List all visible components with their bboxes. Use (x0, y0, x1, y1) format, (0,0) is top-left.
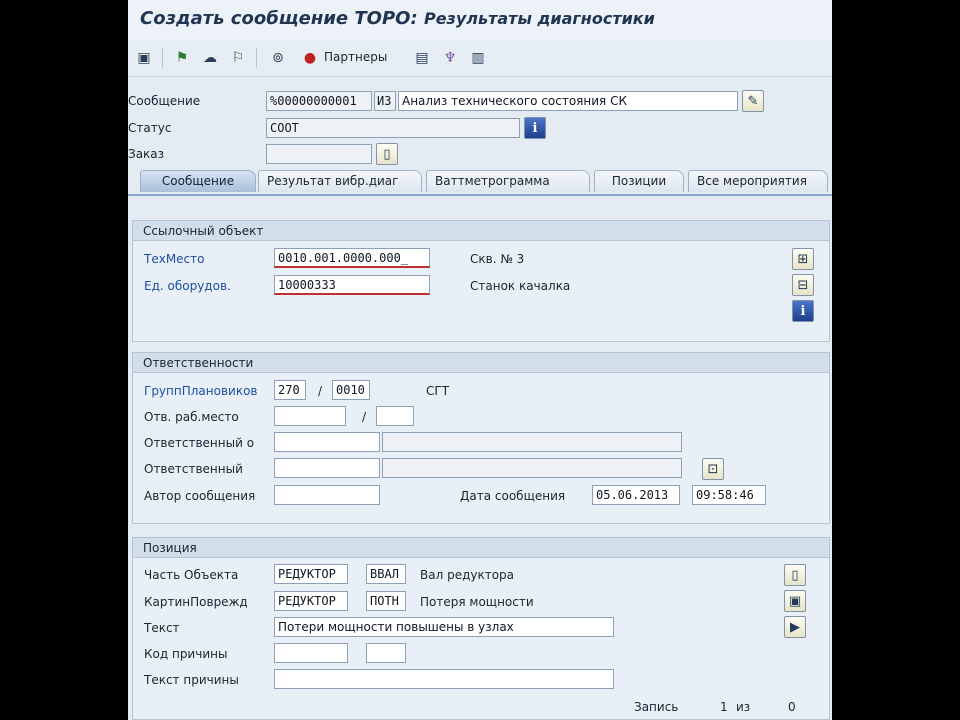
structure-icon[interactable]: ⊞ (792, 248, 814, 270)
group-title: Ответственности (133, 353, 829, 373)
partners-icon[interactable]: ● (300, 48, 320, 68)
responsible-field[interactable] (274, 458, 380, 478)
toolbar-separator (162, 48, 163, 68)
techplace-description: Скв. № 3 (470, 252, 525, 266)
object-info-icon[interactable]: i (792, 300, 814, 322)
application-toolbar: ▣ ⚑ ☁ ⚐ ⊚ ● Партнеры ▤ ♆ ▥ (128, 40, 832, 77)
message-type-field[interactable]: ИЗ (374, 91, 396, 111)
checkered-flag-icon[interactable]: ⚐ (228, 48, 248, 68)
flag-green-icon[interactable]: ⚑ (172, 48, 192, 68)
equipment-label: Ед. оборудов. (144, 279, 231, 293)
object-part-label: Часть Объекта (144, 568, 239, 582)
order-label: Заказ (128, 147, 165, 161)
responsible-o-field[interactable] (274, 432, 380, 452)
order-field[interactable] (266, 144, 372, 164)
tab-positions[interactable]: Позиции (594, 170, 684, 192)
slash-separator: / (362, 410, 367, 424)
object-part-subcode-field[interactable]: ВВАЛ (366, 564, 406, 584)
responsible-o-name-field[interactable] (382, 432, 682, 452)
damage-label: КартинПоврежд (144, 595, 248, 609)
message-number-field[interactable]: %00000000001 (266, 91, 372, 111)
tab-all-activities[interactable]: Все мероприятия (688, 170, 828, 192)
group-title: Ссылочный объект (133, 221, 829, 241)
window-title: Создать сообщение ТОРО: Результаты диагн… (140, 8, 655, 29)
group-title: Позиция (133, 538, 829, 558)
techplace-label: ТехМесто (144, 252, 205, 266)
workcenter-field[interactable] (274, 406, 346, 426)
cause-text-label: Текст причины (144, 673, 239, 687)
planner-group-label: ГруппПлановиков (144, 384, 258, 398)
status-label: Статус (128, 121, 172, 135)
binoculars-icon[interactable]: ⊚ (268, 48, 288, 68)
create-order-icon[interactable]: ▯ (376, 143, 398, 165)
damage-code-field[interactable]: РЕДУКТОР (274, 591, 348, 611)
cause-text-field[interactable] (274, 669, 614, 689)
status-field[interactable]: СООТ (266, 118, 520, 138)
author-label: Автор сообщения (144, 489, 256, 503)
message-time-field[interactable]: 09:58:46 (692, 485, 766, 505)
author-field[interactable] (274, 485, 380, 505)
graph-icon[interactable]: ♆ (440, 48, 460, 68)
planner-description: СГТ (426, 384, 450, 398)
equipment-description: Станок качалка (470, 279, 571, 293)
record-label: Запись (634, 700, 679, 714)
object-part-code-field[interactable]: РЕДУКТОР (274, 564, 348, 584)
title-sub: Результаты диагностики (423, 9, 655, 28)
cause-subcode-field[interactable] (366, 643, 406, 663)
tab-strip: Сообщение Результат вибр.диаг Ваттметрог… (128, 170, 832, 196)
tab-message[interactable]: Сообщение (140, 170, 256, 192)
contact-card-icon[interactable]: ⊡ (702, 458, 724, 480)
toolbar-separator (256, 48, 257, 68)
slash-separator: / (318, 384, 323, 398)
responsible-name-field[interactable] (382, 458, 682, 478)
status-info-icon[interactable]: i (524, 117, 546, 139)
message-date-label: Дата сообщения (460, 489, 566, 503)
edit-longtext-icon[interactable]: ✎ (742, 90, 764, 112)
planner-group-field[interactable]: 270 (274, 380, 306, 400)
workcenter-plant-field[interactable] (376, 406, 414, 426)
cause-code-field[interactable] (274, 643, 348, 663)
hierarchy-icon[interactable]: ⊟ (792, 274, 814, 296)
record-total: 0 (788, 700, 796, 714)
text-label: Текст (144, 621, 180, 635)
workcenter-label: Отв. раб.место (144, 410, 239, 424)
new-item-icon[interactable]: ▯ (784, 564, 806, 586)
sap-window: Создать сообщение ТОРО: Результаты диагн… (128, 0, 832, 720)
title-main: Создать сообщение ТОРО: (140, 8, 418, 29)
text-field[interactable]: Потери мощности повышены в узлах (274, 617, 614, 637)
copy-icon[interactable]: ▥ (468, 48, 488, 68)
item-detail-icon[interactable]: ▣ (784, 590, 806, 612)
tab-wattmetrogram[interactable]: Ваттметрограмма (426, 170, 590, 192)
equipment-field[interactable]: 10000333 (274, 275, 430, 295)
next-arrow-icon[interactable]: ▶ (784, 616, 806, 638)
record-current: 1 (720, 700, 728, 714)
responsible-o-label: Ответственный о (144, 436, 255, 450)
record-of: из (736, 700, 751, 714)
tab-vibration-diag[interactable]: Результат вибр.диаг (258, 170, 422, 192)
responsible-label: Ответственный (144, 462, 243, 476)
message-label: Сообщение (128, 94, 201, 108)
cause-code-label: Код причины (144, 647, 228, 661)
damage-description: Потеря мощности (420, 595, 534, 609)
display-change-icon[interactable]: ▣ (134, 48, 154, 68)
techplace-field[interactable]: 0010.001.0000.000_ (274, 248, 430, 268)
title-bar: Создать сообщение ТОРО: Результаты диагн… (128, 0, 832, 40)
message-text-field[interactable]: Анализ технического состояния СК (398, 91, 738, 111)
message-date-field[interactable]: 05.06.2013 (592, 485, 680, 505)
partners-button[interactable]: Партнеры (324, 50, 387, 64)
document-icon[interactable]: ▤ (412, 48, 432, 68)
object-part-description: Вал редуктора (420, 568, 515, 582)
damage-subcode-field[interactable]: ПОТН (366, 591, 406, 611)
planner-plant-field[interactable]: 0010 (332, 380, 370, 400)
cloud-icon[interactable]: ☁ (200, 48, 220, 68)
